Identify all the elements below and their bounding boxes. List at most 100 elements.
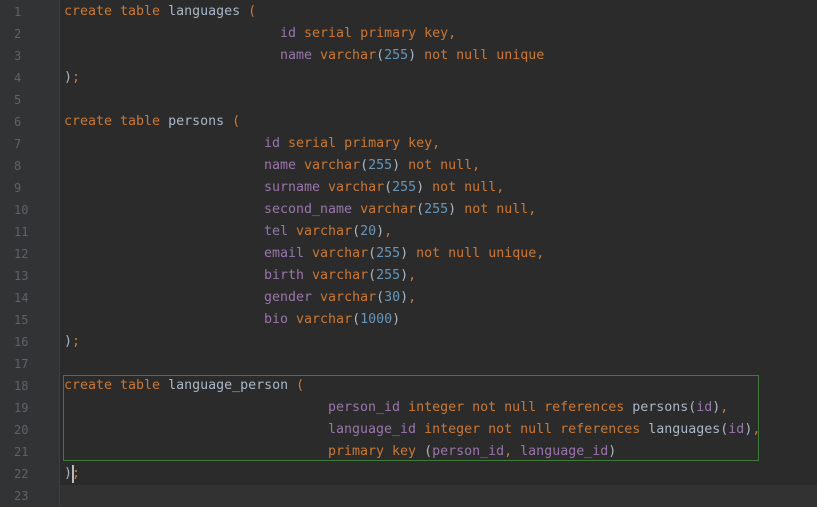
code-token: varchar: [296, 312, 353, 327]
code-token: create table: [64, 378, 169, 393]
code-token: integer not null references: [408, 400, 633, 415]
line-number: 23: [14, 489, 29, 503]
code-line: primary key (person_id, language_id): [328, 441, 616, 463]
code-token: id: [696, 400, 713, 415]
code-token: ;: [72, 70, 81, 85]
code-token: language_person: [168, 378, 297, 393]
code-token: (: [416, 202, 425, 217]
code-line: gender varchar(30),: [264, 287, 416, 309]
code-token: (: [352, 224, 361, 239]
code-token: person_id: [432, 444, 505, 459]
code-token: varchar: [360, 202, 417, 217]
code-token: ,: [384, 224, 393, 239]
line-number: 18: [14, 379, 29, 393]
code-token: 255: [384, 48, 409, 63]
code-token: ;: [72, 334, 81, 349]
code-token: (: [424, 444, 433, 459]
code-token: languages: [168, 4, 249, 19]
code-token: persons: [168, 114, 233, 129]
code-line: email varchar(255) not null unique,: [264, 243, 544, 265]
code-token: (: [384, 180, 393, 195]
code-token: person_id: [328, 400, 409, 415]
code-token: bio: [264, 312, 297, 327]
code-token: varchar: [304, 158, 361, 173]
code-token: 20: [360, 224, 377, 239]
code-token: not null,: [408, 158, 481, 173]
code-token: 30: [384, 290, 401, 305]
code-token: varchar: [296, 224, 353, 239]
code-token: (: [368, 268, 377, 283]
code-line: create table persons (: [64, 111, 240, 133]
code-token: surname: [264, 180, 329, 195]
line-number: 9: [14, 181, 22, 195]
code-token: varchar: [320, 48, 377, 63]
code-token: not null unique,: [416, 246, 545, 261]
line-number: 7: [14, 137, 22, 151]
code-line: surname varchar(255) not null,: [264, 177, 504, 199]
code-token: 1000: [360, 312, 393, 327]
line-number: 19: [14, 401, 29, 415]
code-line: );: [64, 67, 80, 89]
code-token: primary key: [328, 444, 425, 459]
line-number: 8: [14, 159, 22, 173]
line-number: 17: [14, 357, 29, 371]
code-token: persons(: [632, 400, 697, 415]
code-token: not null,: [432, 180, 505, 195]
code-token: serial primary key,: [288, 136, 441, 151]
code-line: id serial primary key,: [280, 23, 456, 45]
code-token: ): [64, 70, 73, 85]
code-token: name: [280, 48, 321, 63]
code-token: second_name: [264, 202, 361, 217]
code-token: ,: [504, 444, 521, 459]
code-token: varchar: [312, 246, 369, 261]
code-token: 255: [392, 180, 417, 195]
code-line: tel varchar(20),: [264, 221, 392, 243]
line-number: 15: [14, 313, 29, 327]
line-number: 4: [14, 71, 22, 85]
code-editor[interactable]: 1 2 3 4 5 6 7 8 9 10 11 12 13 14 15 16 17 18 19 20 21 22 23 cr…: [0, 0, 817, 507]
code-token: ,: [720, 400, 729, 415]
code-token: 255: [376, 246, 401, 261]
code-line: );: [64, 331, 80, 353]
line-number: 2: [14, 27, 22, 41]
code-token: 255: [376, 268, 401, 283]
code-token: gender: [264, 290, 321, 305]
code-line: language_id integer not null references …: [328, 419, 760, 441]
code-token: ): [392, 312, 401, 327]
code-line: id serial primary key,: [264, 133, 440, 155]
code-token: (: [296, 378, 305, 393]
code-token: ): [64, 334, 73, 349]
code-token: birth: [264, 268, 313, 283]
code-token: ,: [408, 290, 417, 305]
code-token: languages(: [648, 422, 729, 437]
code-token: tel: [264, 224, 297, 239]
code-token: id: [280, 26, 305, 41]
line-number: 14: [14, 291, 29, 305]
code-token: (: [352, 312, 361, 327]
code-token: serial primary key,: [304, 26, 457, 41]
line-number: 21: [14, 445, 29, 459]
code-token: (: [368, 246, 377, 261]
code-token: language_id: [520, 444, 609, 459]
code-token: varchar: [320, 290, 377, 305]
code-token: email: [264, 246, 313, 261]
code-line: person_id integer not null references pe…: [328, 397, 728, 419]
line-number: 11: [14, 225, 29, 239]
code-token: id: [264, 136, 289, 151]
code-line: birth varchar(255),: [264, 265, 416, 287]
code-token: (: [376, 290, 385, 305]
line-number-gutter[interactable]: 1 2 3 4 5 6 7 8 9 10 11 12 13 14 15 16 17 18 19 20 21 22 23: [0, 0, 60, 506]
code-token: ): [416, 180, 433, 195]
text-caret: [72, 465, 74, 483]
code-token: ): [392, 158, 409, 173]
line-number: 10: [14, 203, 29, 217]
code-token: ): [400, 290, 409, 305]
line-number: 22: [14, 467, 29, 481]
line-number: 20: [14, 423, 29, 437]
code-line: bio varchar(1000): [264, 309, 400, 331]
code-token: ): [400, 268, 409, 283]
line-number: 13: [14, 269, 29, 283]
code-token: integer not null references: [424, 422, 649, 437]
code-token: ,: [408, 268, 417, 283]
code-line: name varchar(255) not null,: [264, 155, 480, 177]
